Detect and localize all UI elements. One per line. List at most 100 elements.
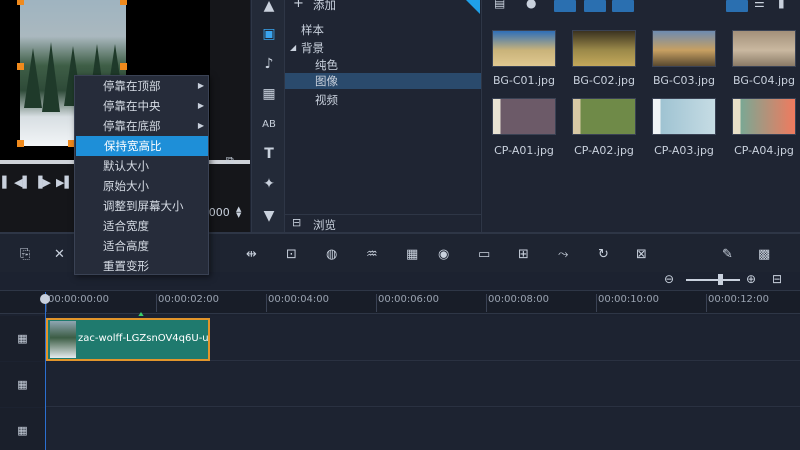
multi-camera-icon[interactable]: ▦ xyxy=(406,247,418,262)
ruler-tick xyxy=(156,294,157,312)
fit-project-icon[interactable]: ⊟ xyxy=(772,272,782,286)
thumbnail-image[interactable] xyxy=(492,30,556,67)
ruler-tick-label: 00:00:02:00 xyxy=(158,294,220,305)
playhead-handle[interactable] xyxy=(40,294,50,304)
edit-icon[interactable]: ✎ xyxy=(722,247,733,262)
tree-collapse-icon[interactable]: ◢ xyxy=(290,43,296,52)
transform-handle[interactable] xyxy=(120,0,127,5)
color-icon[interactable]: ◍ xyxy=(326,247,337,262)
tree-item-solid-color[interactable]: 纯色 xyxy=(315,57,338,73)
playhead[interactable] xyxy=(45,292,46,450)
thumbnail-image[interactable] xyxy=(572,98,636,135)
ruler-tick xyxy=(706,294,707,312)
context-menu-item[interactable]: 停靠在底部 ▶ xyxy=(75,116,208,136)
skip-back-icon[interactable]: ▐ xyxy=(0,176,6,189)
transform-handle[interactable] xyxy=(17,0,24,5)
thumbnail-image[interactable] xyxy=(572,30,636,67)
thumbnail-image[interactable] xyxy=(652,98,716,135)
context-menu-item[interactable]: 适合宽度 xyxy=(75,216,208,236)
context-menu-item[interactable]: 重置变形 xyxy=(75,256,208,276)
show-video-icon[interactable] xyxy=(554,0,576,12)
thumbnail-image[interactable] xyxy=(732,98,796,135)
ruler-tick-label: 00:00:12:00 xyxy=(708,294,770,305)
thumbnail-image[interactable] xyxy=(492,98,556,135)
transform-handle[interactable] xyxy=(17,140,24,147)
text-icon[interactable]: T xyxy=(257,142,281,166)
sort-icon[interactable]: ▮ xyxy=(778,0,785,10)
copy-icon[interactable]: ⎘ xyxy=(20,247,30,262)
tree-item-samples[interactable]: 样本 xyxy=(301,22,324,38)
show-audio-icon[interactable] xyxy=(612,0,634,12)
transform-handle[interactable] xyxy=(120,63,127,70)
music-icon[interactable]: ♪ xyxy=(257,52,281,76)
context-menu-item[interactable]: 保持宽高比 xyxy=(76,136,208,156)
context-menu-item-label: 停靠在顶部 xyxy=(103,79,161,93)
context-menu-item[interactable]: 停靠在中央 ▶ xyxy=(75,96,208,116)
context-menu-item[interactable]: 适合高度 xyxy=(75,236,208,256)
thumbnail-image[interactable] xyxy=(732,30,796,67)
timeline-clip[interactable]: zac-wolff-LGZsnOV4q6U-unsp xyxy=(46,318,210,361)
browse-row: ⊟ 浏览 xyxy=(285,214,481,232)
tree-item-backgrounds[interactable]: 背景 xyxy=(301,40,324,56)
thumbnail-label: CP-A01.jpg xyxy=(494,144,554,157)
media-icon[interactable]: ▣ xyxy=(257,22,281,46)
submenu-arrow-icon: ▶ xyxy=(197,101,204,110)
thumbnail-view-icon[interactable] xyxy=(726,0,748,12)
zoom-slider[interactable] xyxy=(686,279,740,281)
tree-item-video[interactable]: 视频 xyxy=(315,92,338,108)
timecode-spinner-icon[interactable]: ▲ ▼ xyxy=(236,206,241,219)
storyboard-icon[interactable]: ▩ xyxy=(758,247,770,262)
mask-icon[interactable]: ◉ xyxy=(438,247,449,262)
transition-icon[interactable]: ▦ xyxy=(257,82,281,106)
thumbnail-label: BG-C04.jpg xyxy=(732,74,796,87)
audio-wave-icon[interactable]: ♒ xyxy=(366,247,378,262)
library-thumbnails-panel: ▤ ● ☰ ▮ BG-C01.jpg BG-C02.jpg BG-C03.jpg BG… xyxy=(481,0,800,232)
title-track[interactable]: ▦ xyxy=(0,408,800,450)
ruler-tick-label: 00:00:08:00 xyxy=(488,294,550,305)
split-icon[interactable]: ⇹ xyxy=(246,247,257,262)
add-button[interactable]: 添加 xyxy=(313,0,336,13)
thumbnail-label: CP-A02.jpg xyxy=(574,144,634,157)
fullscreen-icon[interactable]: ⧉ xyxy=(226,154,234,168)
loop-icon[interactable]: ↻ xyxy=(598,247,609,262)
subtitle-icon[interactable]: ▭ xyxy=(478,247,490,262)
plus-icon[interactable]: + xyxy=(293,0,304,11)
tree-item-images[interactable]: 图像 xyxy=(315,73,338,89)
skip-forward-icon[interactable]: ▶▌ xyxy=(56,176,73,189)
overlay-track[interactable]: ▦ xyxy=(0,362,800,407)
show-photo-icon[interactable] xyxy=(584,0,606,12)
corner-indicator xyxy=(466,0,480,14)
zoom-slider-handle[interactable] xyxy=(718,274,723,285)
zoom-out-icon[interactable]: ⊖ xyxy=(664,272,674,286)
filter-icon[interactable]: ✦ xyxy=(257,172,281,196)
zoom-in-icon[interactable]: ⊕ xyxy=(746,272,756,286)
chevron-down-icon[interactable]: ▼ xyxy=(257,204,281,228)
browse-button[interactable]: 浏览 xyxy=(313,217,336,233)
grid-layout-icon[interactable]: ⊞ xyxy=(518,247,529,262)
grid-icon[interactable]: ▦ xyxy=(0,408,46,450)
record-icon[interactable]: ● xyxy=(526,0,536,10)
context-menu-item[interactable]: 原始大小 xyxy=(75,176,208,196)
context-menu-item[interactable]: 停靠在顶部 ▶ xyxy=(75,76,208,96)
tools-icon[interactable]: ✕ xyxy=(54,247,65,262)
folder-icon[interactable]: ⊟ xyxy=(292,216,301,229)
stabilize-icon[interactable]: ⊠ xyxy=(636,247,647,262)
prev-frame-icon[interactable]: ◀▌ xyxy=(14,176,31,189)
context-menu-item[interactable]: 默认大小 xyxy=(75,156,208,176)
library-tree-panel: + 添加 样本 ◢ 背景 纯色 图像 视频 ⊟ 浏览 xyxy=(284,0,481,232)
transform-handle[interactable] xyxy=(17,63,24,70)
grid-icon[interactable]: ▦ xyxy=(0,362,46,407)
context-menu-item[interactable]: 调整到屏幕大小 xyxy=(75,196,208,216)
chevron-up-icon[interactable]: ▲ xyxy=(257,0,281,18)
list-view-icon[interactable]: ☰ xyxy=(754,0,765,10)
title-icon[interactable]: AB xyxy=(257,112,281,136)
context-menu-item-label: 适合高度 xyxy=(103,239,149,253)
thumbnail-image[interactable] xyxy=(652,30,716,67)
timeline-ruler[interactable]: 00:00:00:00 00:00:02:00 00:00:04:00 00:00:0… xyxy=(0,290,800,314)
fit-icon[interactable]: ⊡ xyxy=(286,247,297,262)
context-menu-item-label: 调整到屏幕大小 xyxy=(103,199,184,213)
motion-icon[interactable]: ⤳ xyxy=(558,247,568,262)
next-frame-icon[interactable]: ▐▶ xyxy=(34,176,51,189)
import-media-icon[interactable]: ▤ xyxy=(494,0,505,10)
grid-icon[interactable]: ▦ xyxy=(0,316,46,361)
